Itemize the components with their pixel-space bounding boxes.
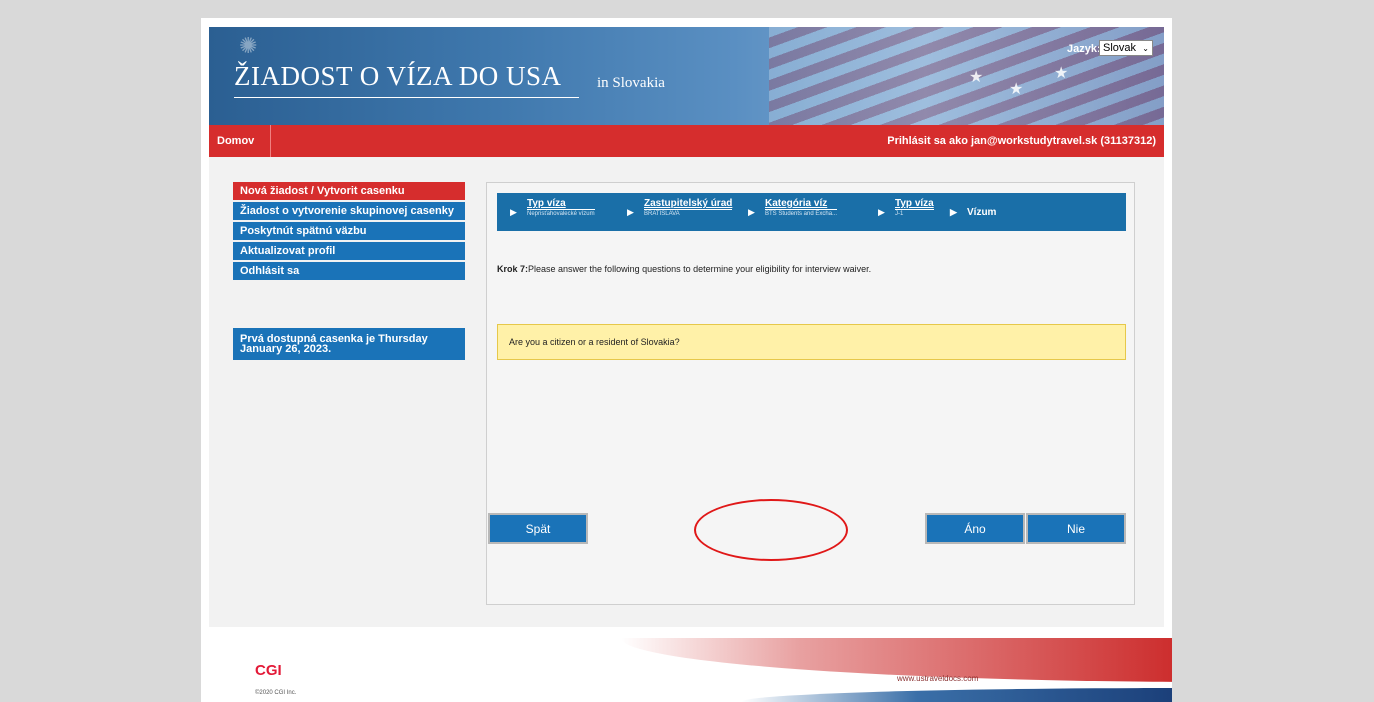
step-instruction: Krok 7:Please answer the following quest… <box>497 264 871 274</box>
site-subtitle: in Slovakia <box>597 75 665 91</box>
back-button[interactable]: Spät <box>488 513 588 544</box>
yes-button[interactable]: Áno <box>925 513 1025 544</box>
sidebar-item-update-profile[interactable]: Aktualizovat profil <box>233 242 465 260</box>
step-number: Krok 7: <box>497 264 529 274</box>
play-arrow-icon: ▶ <box>748 207 755 217</box>
sidebar-item-group-appointment[interactable]: Žiadost o vytvorenie skupinovej casenky <box>233 202 465 220</box>
question-panel: ▶ Typ víza Neprisťahovalecké vízum ▶ Zas… <box>486 182 1135 605</box>
play-arrow-icon: ▶ <box>510 207 517 217</box>
title-underline <box>234 97 579 98</box>
sidebar-menu: Nová žiadost / Vytvorit casenku Žiadost … <box>233 182 465 282</box>
nav-home-link[interactable]: Domov <box>209 125 271 157</box>
first-available-notice: Prvá dostupná casenka je Thursday Januar… <box>233 328 465 360</box>
step-label: Kategória víz <box>765 198 828 209</box>
step-visa-type: ▶ Typ víza Neprisťahovalecké vízum <box>510 198 595 217</box>
page-container: ★ ★ ★ ✺ ŽIADOST O VÍZA DO USA in Slovaki… <box>201 18 1172 702</box>
progress-steps: ▶ Typ víza Neprisťahovalecké vízum ▶ Zas… <box>497 193 1126 231</box>
chevron-down-icon: ⌄ <box>1142 43 1149 53</box>
no-button[interactable]: Nie <box>1026 513 1126 544</box>
sidebar-item-logout[interactable]: Odhlásit sa <box>233 262 465 280</box>
play-arrow-icon: ▶ <box>878 207 885 217</box>
play-arrow-icon: ▶ <box>950 207 957 217</box>
question-box: Are you a citizen or a resident of Slova… <box>497 324 1126 360</box>
play-arrow-icon: ▶ <box>627 207 634 217</box>
cgi-logo: CGI <box>255 662 282 679</box>
step-visa-category: ▶ Kategória víz BTS Students and Excha..… <box>748 198 838 217</box>
footer-decoration <box>621 638 1172 702</box>
copyright-text: ©2020 CGI Inc. <box>255 690 297 696</box>
header-banner: ★ ★ ★ ✺ ŽIADOST O VÍZA DO USA in Slovaki… <box>209 27 1164 125</box>
footer-blue-swoosh <box>741 688 1172 702</box>
language-select[interactable]: Slovak ⌄ <box>1099 40 1153 56</box>
step-label: Typ víza <box>895 198 934 209</box>
step-label: Vízum <box>967 207 997 218</box>
language-label: Jazyk: <box>1067 43 1101 55</box>
step-value: Neprisťahovalecké vízum <box>527 209 595 217</box>
step-visa-subtype: ▶ Typ víza J-1 <box>878 198 934 217</box>
firework-icon: ✺ <box>239 33 258 58</box>
nav-bar: Domov Prihlásit sa ako jan@workstudytrav… <box>209 125 1164 157</box>
star-icon: ★ <box>969 69 984 86</box>
site-title: ŽIADOST O VÍZA DO USA <box>234 61 562 91</box>
sidebar-item-feedback[interactable]: Poskytnút spätnú väzbu <box>233 222 465 240</box>
sidebar-item-new-application[interactable]: Nová žiadost / Vytvorit casenku <box>233 182 465 200</box>
step-value: BRATISLAVA <box>644 209 733 217</box>
step-label: Typ víza <box>527 198 566 209</box>
footer-url-link[interactable]: www.ustraveldocs.com <box>897 674 978 683</box>
instruction-text: Please answer the following questions to… <box>528 264 872 274</box>
star-icon: ★ <box>1009 81 1024 98</box>
star-icon: ★ <box>1054 65 1069 82</box>
language-value: Slovak <box>1103 42 1137 54</box>
step-visa: ▶ Vízum <box>950 207 997 218</box>
step-value: BTS Students and Excha... <box>765 209 838 217</box>
main-content: Nová žiadost / Vytvorit casenku Žiadost … <box>209 157 1164 627</box>
step-value: J-1 <box>895 209 934 217</box>
step-consulate: ▶ Zastupitelský úrad BRATISLAVA <box>627 198 733 217</box>
logged-in-user: Prihlásit sa ako jan@workstudytravel.sk … <box>887 135 1156 147</box>
question-text: Are you a citizen or a resident of Slova… <box>509 337 680 347</box>
step-label: Zastupitelský úrad <box>644 198 733 209</box>
